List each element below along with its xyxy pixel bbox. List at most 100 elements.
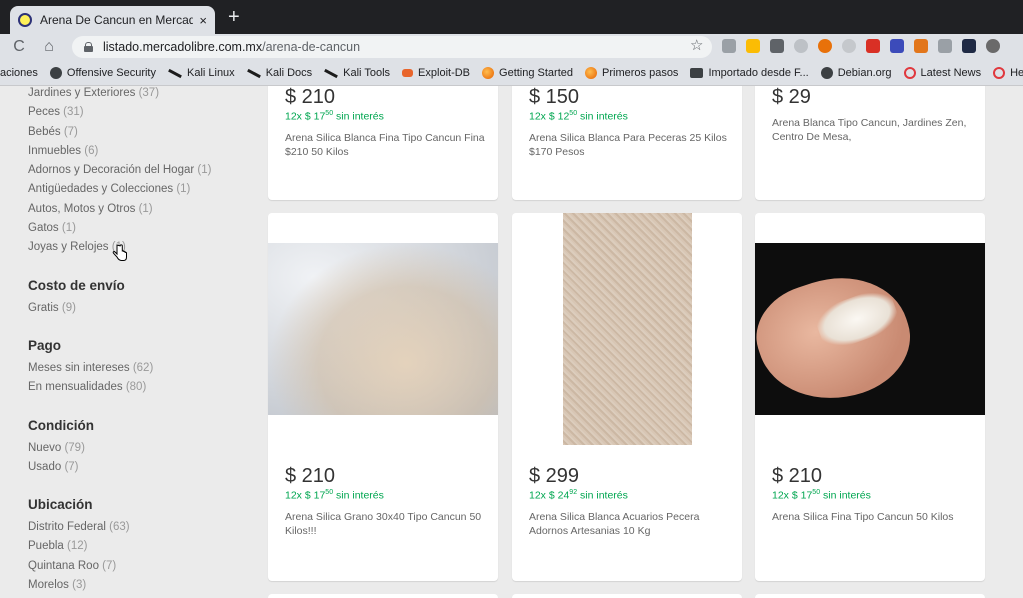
installments-amount: 12x $ 17 [772, 489, 813, 502]
filter-count: (79) [64, 441, 85, 454]
installments-info: 12x $ 1750 sin interés [772, 489, 871, 502]
bookmark-item[interactable]: Offensive Security [49, 66, 156, 79]
filter-link[interactable]: Usado (7) [28, 458, 258, 477]
browser-tab[interactable]: Arena De Cancun en Mercado Libre × [10, 6, 215, 34]
bookmark-item[interactable]: Debian.org [820, 66, 892, 79]
bookmark-item[interactable]: Latest News [903, 66, 981, 79]
bookmark-label: Exploit-DB [418, 66, 471, 79]
installments-cents: 50 [569, 110, 578, 117]
filter-link[interactable]: Morelos (3) [28, 576, 258, 595]
product-title[interactable]: Arena Silica Blanca Acuarios Pecera Ador… [529, 510, 729, 538]
bookmark-item[interactable]: Primeros pasos [585, 66, 679, 79]
filter-link[interactable]: Distrito Federal (63) [28, 518, 258, 537]
product-image[interactable] [755, 213, 985, 445]
bookmark-label: Primeros pasos [602, 66, 679, 79]
installments-cents: 92 [569, 489, 578, 496]
home-icon[interactable]: ⌂ [38, 38, 60, 56]
product-image[interactable] [268, 213, 498, 445]
pi-extension-icon[interactable] [866, 39, 880, 53]
bookmark-item[interactable]: Kali Docs [247, 67, 312, 79]
filter-link[interactable]: Gatos (1) [28, 219, 258, 238]
t-extension-icon[interactable] [770, 39, 784, 53]
lock-icon[interactable] [84, 42, 93, 52]
bookmark-item[interactable]: Getting Started [482, 66, 574, 79]
shipping-filter-list: Gratis (9) [28, 299, 258, 318]
firefox-icon [482, 66, 495, 79]
installments-label: sin interés [336, 489, 384, 502]
product-card[interactable]: $ 210 12x $ 1750 sin interés Arena Silic… [755, 213, 985, 581]
filter-link[interactable]: Gratis (9) [28, 299, 258, 318]
filter-link[interactable]: Puebla (12) [28, 537, 258, 556]
product-image[interactable] [512, 213, 742, 445]
filter-count: (1) [138, 202, 153, 215]
product-title[interactable]: Arena Silica Grano 30x40 Tipo Cancun 50 … [285, 510, 485, 538]
payment-filter-list: Meses sin intereses (62) En mensualidades… [28, 359, 258, 398]
filter-link[interactable]: Bebés (7) [28, 123, 258, 142]
bookmark-label: Getting Started [499, 66, 574, 79]
new-tab-button[interactable]: + [228, 5, 240, 29]
flag-extension-icon[interactable] [890, 39, 904, 53]
filter-count: (31) [63, 106, 84, 119]
installments-amount: 12x $ 12 [529, 110, 570, 123]
filter-link[interactable]: Meses sin intereses (62) [28, 359, 258, 378]
location-heading: Ubicación [28, 497, 93, 513]
filter-label: Inmuebles [28, 144, 82, 157]
product-card[interactable] [512, 594, 742, 598]
exploit-icon [402, 68, 414, 77]
product-card[interactable]: $ 29 Arena Blanca Tipo Cancun, Jardines … [755, 86, 985, 200]
bookmark-item[interactable]: Kali Linux [168, 67, 235, 79]
bookmark-item[interactable]: Importado desde F... [690, 67, 809, 79]
address-bar[interactable]: listado.mercadolibre.com.mx/arena-de-can… [72, 36, 712, 58]
filter-link[interactable]: Adornos y Decoración del Hogar (1) [28, 161, 258, 180]
tor-extension-icon[interactable] [818, 39, 832, 53]
location-filter-list: Distrito Federal (63) Puebla (12) Quintana… [28, 518, 258, 595]
reload-icon[interactable]: C [8, 38, 30, 56]
product-card[interactable]: $ 210 12x $ 1750 sin interés Arena Silic… [268, 86, 498, 200]
filter-link[interactable]: Autos, Motos y Otros (1) [28, 200, 258, 219]
bookmark-item[interactable]: Help [993, 66, 1023, 79]
eye-extension-icon[interactable] [842, 39, 856, 53]
filter-label: Peces [28, 106, 60, 119]
condition-filter-list: Nuevo (79) Usado (7) [28, 439, 258, 478]
bookmark-item[interactable]: Exploit-DB [402, 67, 470, 79]
filter-link[interactable]: Joyas y Relojes (1) [28, 238, 258, 257]
filter-link[interactable]: Quintana Roo (7) [28, 557, 258, 576]
filter-link[interactable]: En mensualidades (80) [28, 378, 258, 397]
product-title[interactable]: Arena Blanca Tipo Cancun, Jardines Zen, … [772, 116, 972, 144]
filter-label: Bebés [28, 125, 61, 138]
firefox-icon [585, 66, 598, 79]
filter-label: Distrito Federal [28, 521, 106, 534]
filter-link[interactable]: Nuevo (79) [28, 439, 258, 458]
feed-extension-icon[interactable] [938, 39, 952, 53]
product-title[interactable]: Arena Silica Blanca Para Peceras 25 Kilo… [529, 131, 729, 159]
filters-sidebar: Jardines y Exteriores (37) Peces (31) Bebé… [28, 86, 258, 595]
page-content: Jardines y Exteriores (37) Peces (31) Bebé… [0, 86, 1023, 598]
product-card[interactable] [755, 594, 985, 598]
camera-extension-icon[interactable] [722, 39, 736, 53]
installments-info: 12x $ 1250 sin interés [529, 110, 628, 123]
product-card[interactable]: $ 299 12x $ 2492 sin interés Arena Silic… [512, 213, 742, 581]
profile-avatar-icon[interactable] [986, 39, 1000, 53]
product-card[interactable]: $ 210 12x $ 1750 sin interés Arena Silic… [268, 213, 498, 581]
filter-link[interactable]: Jardines y Exteriores (37) [28, 86, 258, 103]
notes-extension-icon[interactable] [746, 39, 760, 53]
installments-label: sin interés [580, 489, 628, 502]
filter-label: Gatos [28, 222, 59, 235]
filter-link[interactable]: Inmuebles (6) [28, 142, 258, 161]
extension-icons [722, 39, 1000, 53]
product-title[interactable]: Arena Silica Blanca Fina Tipo Cancun Fin… [285, 131, 485, 159]
bookmark-item[interactable]: aciones [0, 67, 38, 79]
filter-link[interactable]: Peces (31) [28, 103, 258, 122]
bookmark-star-icon[interactable]: ☆ [690, 36, 703, 54]
filter-count: (9) [61, 301, 76, 314]
bookmark-item[interactable]: Kali Tools [324, 67, 390, 79]
filter-count: (1) [197, 164, 212, 177]
dark-extension-icon[interactable] [962, 39, 976, 53]
tab-close-icon[interactable]: × [199, 13, 207, 28]
metamask-extension-icon[interactable] [914, 39, 928, 53]
filter-link[interactable]: Antigüedades y Colecciones (1) [28, 180, 258, 199]
product-card[interactable]: $ 150 12x $ 1250 sin interés Arena Silic… [512, 86, 742, 200]
product-title[interactable]: Arena Silica Fina Tipo Cancun 50 Kilos [772, 510, 972, 524]
product-card[interactable] [268, 594, 498, 598]
gear-extension-icon[interactable] [794, 39, 808, 53]
